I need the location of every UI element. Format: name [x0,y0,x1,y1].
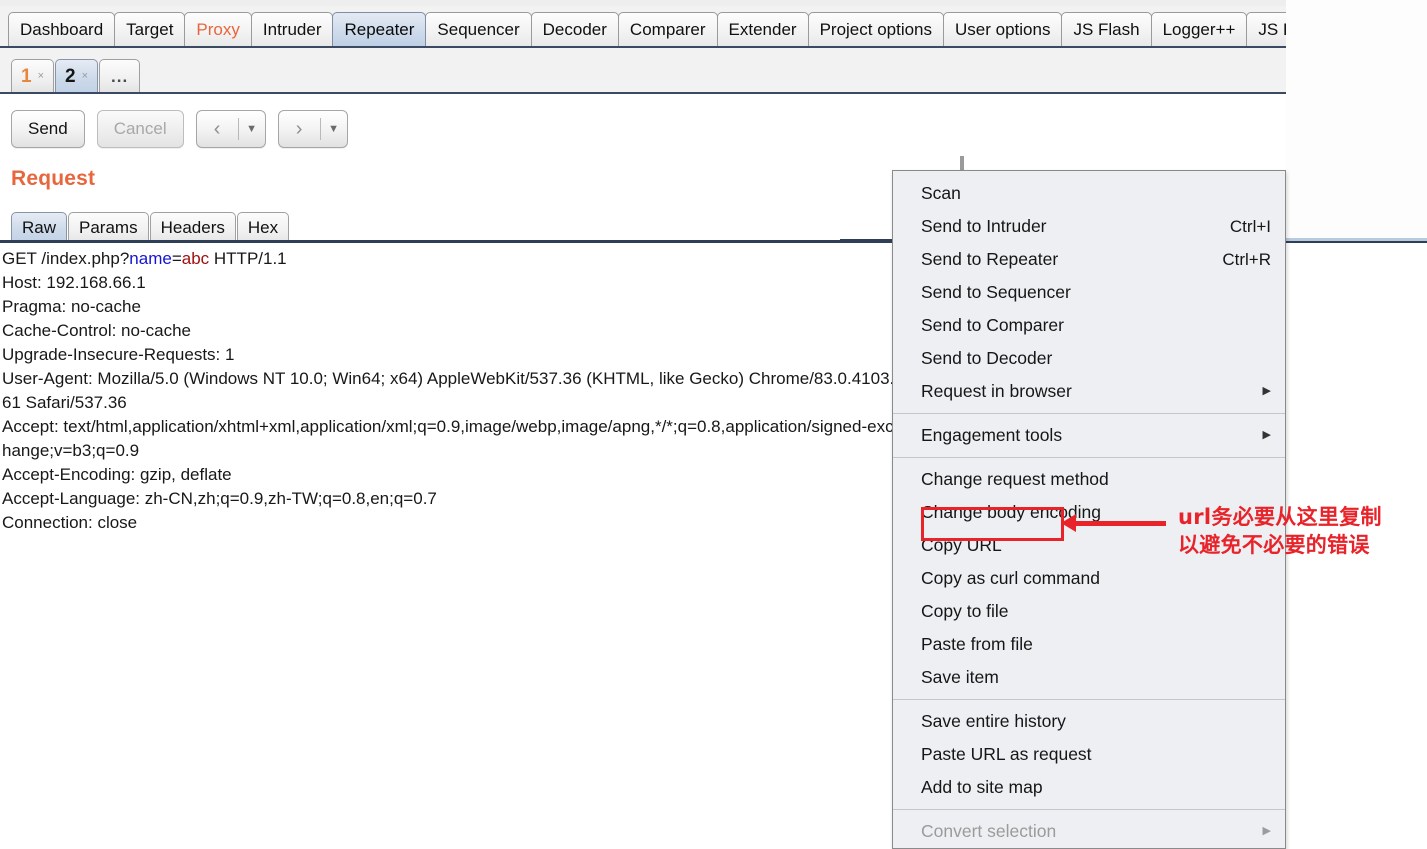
menu-item-paste-url-as-request[interactable]: Paste URL as request [893,738,1285,771]
chevron-down-icon[interactable]: ▼ [239,123,265,135]
menu-item-label: Change body encoding [921,502,1102,522]
menu-item-label: Send to Sequencer [921,282,1071,302]
menu-item-save-item[interactable]: Save item [893,661,1285,694]
annotation-line-2: 以避免不必要的错误 [1178,533,1370,557]
chevron-left-icon: ‹ [213,118,221,140]
request-tab-underline-right-segment [840,239,892,242]
annotation-line-1: url务必要从这里复制 [1178,505,1382,529]
menu-item-request-in-browser[interactable]: Request in browser ▶ [893,375,1285,408]
repeater-tab-label: 2 [65,65,76,87]
menu-separator [893,699,1285,700]
menu-item-label: Add to site map [921,777,1043,797]
main-tab-sequencer[interactable]: Sequencer [425,12,532,46]
cancel-button[interactable]: Cancel [96,110,184,148]
repeater-tab-label: 1 [21,65,32,87]
menu-item-change-request-method[interactable]: Change request method [893,463,1285,496]
main-tab-logger-[interactable]: Logger++ [1150,12,1248,46]
menu-separator [893,457,1285,458]
request-tab-headers[interactable]: Headers [149,212,236,242]
menu-item-label: Scan [921,183,961,203]
main-tab-comparer[interactable]: Comparer [617,12,718,46]
param-value: abc [181,249,210,268]
menu-item-copy-to-file[interactable]: Copy to file [893,595,1285,628]
repeater-tab-moremoremore[interactable]: ... [99,59,141,92]
menu-item-save-entire-history[interactable]: Save entire history [893,705,1285,738]
repeater-tab-bar: 1 × 2 ×... [0,48,1427,94]
menu-item-label: Change request method [921,469,1109,489]
menu-item-label: Copy to file [921,601,1009,621]
menu-item-label: Convert selection [921,821,1057,841]
menu-item-label: Copy URL [921,535,1002,555]
request-tab-raw[interactable]: Raw [11,212,68,242]
repeater-tab-label: ... [111,66,129,86]
close-icon[interactable]: × [82,70,88,82]
main-tab-target[interactable]: Target [114,12,186,46]
repeater-tab-2[interactable]: 2 × [55,59,99,92]
menu-item-paste-from-file[interactable]: Paste from file [893,628,1285,661]
menu-item-label: Send to Comparer [921,315,1064,335]
chevron-right-icon: ▶ [1262,825,1271,837]
chevron-right-icon: › [295,118,303,140]
response-panel-background [1286,0,1427,238]
menu-item-label: Send to Repeater [921,249,1059,269]
annotation-text: url务必要从这里复制 以避免不必要的错误 [1178,503,1382,559]
menu-item-label: Paste URL as request [921,744,1092,764]
main-tab-proxy[interactable]: Proxy [184,12,252,46]
main-tab-repeater[interactable]: Repeater [332,12,427,46]
menu-item-send-to-decoder[interactable]: Send to Decoder [893,342,1285,375]
menu-item-scan[interactable]: Scan [893,177,1285,210]
menu-item-label: Send to Intruder [921,216,1047,236]
menu-item-send-to-repeater[interactable]: Send to Repeater Ctrl+R [893,243,1285,276]
menu-item-label: Paste from file [921,634,1033,654]
chevron-right-icon: ▶ [1262,385,1271,397]
menu-item-add-to-site-map[interactable]: Add to site map [893,771,1285,804]
menu-item-label: Send to Decoder [921,348,1053,368]
go-back-button[interactable]: ‹ ▼ [195,110,266,148]
close-icon[interactable]: × [38,70,44,82]
menu-item-label: Copy as curl command [921,568,1100,588]
response-tab-underline [1286,238,1427,241]
menu-item-convert-selection: Convert selection ▶ [893,815,1285,848]
request-tab-params[interactable]: Params [68,212,149,242]
menu-item-label: Save entire history [921,711,1066,731]
main-tab-bar: Dashboard Target Proxy Intruder Repeater Sequ… [0,0,1427,48]
menu-item-label: Engagement tools [921,425,1063,445]
chevron-right-icon: ▶ [1262,429,1271,441]
chevron-down-icon[interactable]: ▼ [321,123,347,135]
menu-item-send-to-sequencer[interactable]: Send to Sequencer [893,276,1285,309]
repeater-toolbar: Send Cancel ‹ ▼ › ▼ [0,108,360,150]
main-tab-dashboard[interactable]: Dashboard [8,12,116,46]
menu-separator [893,413,1285,414]
menu-item-label: Save item [921,667,999,687]
menu-item-engagement-tools[interactable]: Engagement tools ▶ [893,419,1285,452]
menu-item-send-to-comparer[interactable]: Send to Comparer [893,309,1285,342]
menu-item-copy-as-curl-command[interactable]: Copy as curl command [893,562,1285,595]
main-tab-decoder[interactable]: Decoder [530,12,619,46]
menu-item-shortcut: Ctrl+R [1222,250,1271,269]
main-tab-intruder[interactable]: Intruder [250,12,334,46]
repeater-tab-1[interactable]: 1 × [11,59,55,92]
request-tab-hex[interactable]: Hex [236,212,290,242]
menu-item-label: Request in browser [921,381,1072,401]
request-section-title: Request [11,167,96,190]
main-tab-user-options[interactable]: User options [943,12,1063,46]
menu-item-shortcut: Ctrl+I [1229,217,1271,236]
request-raw-editor[interactable]: GET /index.php?name=abc HTTP/1.1 Host: 1… [2,247,902,535]
main-tab-js-flash[interactable]: JS Flash [1061,12,1152,46]
menu-item-send-to-intruder[interactable]: Send to Intruder Ctrl+I [893,210,1285,243]
main-tab-project-options[interactable]: Project options [807,12,945,46]
param-key: name [129,249,172,268]
main-tab-extender[interactable]: Extender [716,12,809,46]
go-forward-button[interactable]: › ▼ [277,110,348,148]
send-button[interactable]: Send [11,110,85,148]
